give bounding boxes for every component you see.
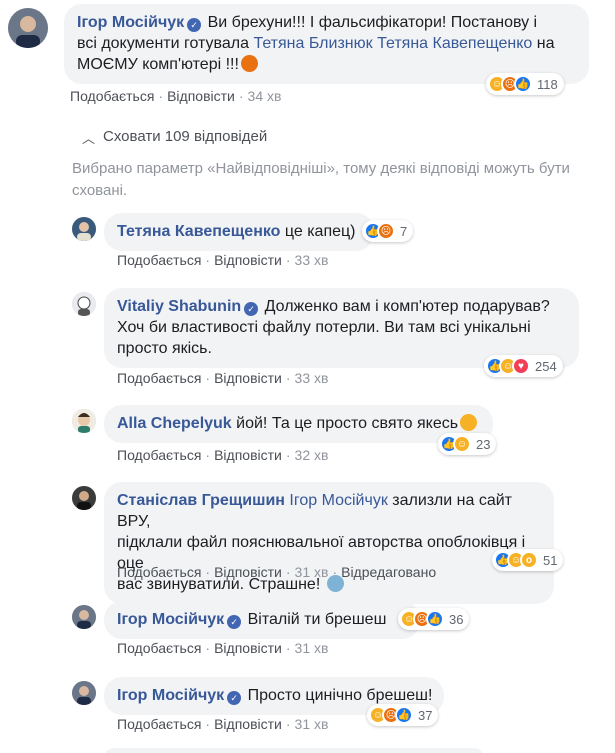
verified-badge-icon: ✓ (187, 18, 202, 32)
comment-actions: Подобається · Відповісти · 31 хв (117, 716, 329, 732)
comment-text: йой! Та це просто свято якесь (236, 415, 459, 432)
reaction-summary[interactable]: ☺ ☹ 👍 118 (486, 73, 564, 95)
like-button[interactable]: Подобається (117, 640, 201, 656)
comment-bubble: Alla Chepelyuk йой! Та це просто свято я… (104, 405, 494, 443)
comment-time[interactable]: 32 хв (295, 447, 329, 463)
reaction-summary[interactable]: ☺ ☹ 👍 36 (398, 608, 470, 630)
comment-text: на (532, 35, 555, 52)
reaction-count: 118 (537, 76, 558, 92)
reply-comment: Тетяна Кавепещенко це капец) (72, 213, 374, 251)
comment-text: МОЄМУ комп'ютері !!! (77, 56, 239, 73)
laughing-emoji-icon (460, 414, 478, 431)
reply-button[interactable]: Відповісти (214, 252, 282, 268)
avatar[interactable] (72, 681, 96, 705)
comment-bubble: Ігор Мосійчук ✓ Ви брехуни!!! І фальсифік… (64, 4, 589, 84)
like-reaction-icon: 👍 (395, 706, 413, 724)
wow-reaction-icon: o (520, 551, 538, 569)
comment-author[interactable]: Ігор Мосійчук (117, 687, 224, 704)
comment-actions: Подобається · Відповісти · 33 хв (117, 252, 329, 268)
comment-actions: Подобається · Відповісти · 34 хв (70, 88, 282, 104)
reply-button[interactable]: Відповісти (214, 640, 282, 656)
comment-time[interactable]: 34 хв (248, 88, 282, 104)
comment-text: Хоч би властивості файлу потерли. Ви там… (117, 319, 531, 336)
chevron-up-icon: ︿ (82, 131, 96, 146)
avatar[interactable] (8, 8, 48, 48)
verified-badge-icon: ✓ (227, 615, 242, 629)
reply-comment: Станіслав Грещишин Ігор Мосійчук зализли… (72, 482, 554, 604)
like-button[interactable]: Подобається (117, 370, 201, 386)
comment-time[interactable]: 33 хв (295, 252, 329, 268)
comment-actions: Подобається · Відповісти · 31 хв (117, 640, 329, 656)
reply-button[interactable]: Відповісти (214, 564, 282, 580)
comment-bubble: Ігор Мосійчук ✓ Віталій ти брешеш (104, 601, 421, 639)
next-comment-bubble (104, 748, 484, 753)
reaction-count: 23 (476, 436, 491, 452)
reaction-summary[interactable]: 👍 ☺ o 51 (492, 549, 564, 571)
comment-time[interactable]: 33 хв (295, 370, 329, 386)
comment-text: просто якісь. (117, 340, 212, 357)
avatar[interactable] (72, 605, 96, 629)
comment-author[interactable]: Vitaliy Shabunin (117, 298, 241, 315)
reply-button[interactable]: Відповісти (214, 716, 282, 732)
like-reaction-icon: 👍 (426, 610, 444, 628)
reaction-summary[interactable]: 👍 ☹ 7 (362, 220, 414, 242)
comment-time[interactable]: 31 хв (295, 716, 329, 732)
reaction-summary[interactable]: 👍 ☺ 23 (438, 433, 497, 455)
reply-comment: Ігор Мосійчук ✓ Віталій ти брешеш (72, 601, 421, 639)
hide-replies-button[interactable]: ︿ Сховати 109 відповідей (82, 126, 268, 146)
comment-actions: Подобається · Відповісти · 33 хв (117, 370, 329, 386)
comment-author[interactable]: Станіслав Грещишин (117, 492, 285, 509)
verified-badge-icon: ✓ (244, 302, 259, 316)
avatar[interactable] (72, 409, 96, 433)
reaction-summary[interactable]: ☺ ☹ 👍 37 (367, 704, 439, 726)
like-button[interactable]: Подобається (117, 564, 201, 580)
reaction-count: 7 (400, 223, 408, 239)
reply-button[interactable]: Відповісти (214, 447, 282, 463)
hide-replies-label: Сховати 109 відповідей (103, 128, 268, 145)
comment-text: Віталій ти брешеш (247, 611, 387, 628)
comment-author[interactable]: Alla Chepelyuk (117, 415, 232, 432)
comment-time[interactable]: 31 хв (295, 640, 329, 656)
comment-actions: Подобається · Відповісти · 32 хв (117, 447, 329, 463)
tagged-user[interactable]: Ігор Мосійчук (289, 492, 387, 509)
angry-emoji-icon (240, 55, 258, 72)
reaction-count: 37 (418, 707, 433, 723)
comment-text: Ви брехуни!!! І фальсифікатори! Постанов… (207, 14, 538, 31)
like-button[interactable]: Подобається (117, 716, 201, 732)
reply-comment: Alla Chepelyuk йой! Та це просто свято я… (72, 405, 494, 443)
reaction-summary[interactable]: 👍 ☺ ♥ 254 (484, 355, 563, 377)
avatar[interactable] (72, 292, 96, 316)
like-button[interactable]: Подобається (70, 88, 154, 104)
like-reaction-icon: 👍 (514, 75, 532, 93)
comment-author[interactable]: Ігор Мосійчук (77, 14, 184, 31)
comment-text: Долженко вам і комп'ютер подарував? (264, 298, 550, 315)
filter-note: Вибрано параметр «Найвідповідніші», тому… (72, 160, 570, 199)
comment-bubble: Тетяна Кавепещенко це капец) (104, 213, 374, 251)
main-comment: Ігор Мосійчук ✓ Ви брехуни!!! І фальсифік… (8, 4, 589, 84)
reply-button[interactable]: Відповісти (167, 88, 235, 104)
tagged-user[interactable]: Тетяна Кавепещенко (377, 35, 532, 52)
comment-text: це капец) (284, 223, 356, 240)
angry-reaction-icon: ☹ (377, 222, 395, 240)
comment-text: Просто цинічно брешеш! (247, 687, 433, 704)
comment-text: всі документи готувала (77, 35, 254, 52)
comment-actions: Подобається · Відповісти · 31 хв · Відредагова… (117, 564, 437, 580)
comment-bubble: Станіслав Грещишин Ігор Мосійчук зализли… (104, 482, 554, 604)
love-reaction-icon: ♥ (512, 357, 530, 375)
reaction-count: 51 (543, 552, 558, 568)
reply-button[interactable]: Відповісти (214, 370, 282, 386)
like-button[interactable]: Подобається (117, 252, 201, 268)
like-button[interactable]: Подобається (117, 447, 201, 463)
reaction-count: 36 (449, 611, 464, 627)
avatar[interactable] (72, 217, 96, 241)
tagged-user[interactable]: Тетяна Близнюк (253, 35, 372, 52)
comment-time[interactable]: 31 хв (295, 564, 329, 580)
haha-reaction-icon: ☺ (453, 435, 471, 453)
edited-label[interactable]: Відредаговано (341, 564, 436, 580)
comment-author[interactable]: Тетяна Кавепещенко (117, 223, 280, 240)
reaction-count: 254 (535, 358, 557, 374)
avatar[interactable] (72, 486, 96, 510)
verified-badge-icon: ✓ (227, 691, 242, 705)
comment-author[interactable]: Ігор Мосійчук (117, 611, 224, 628)
